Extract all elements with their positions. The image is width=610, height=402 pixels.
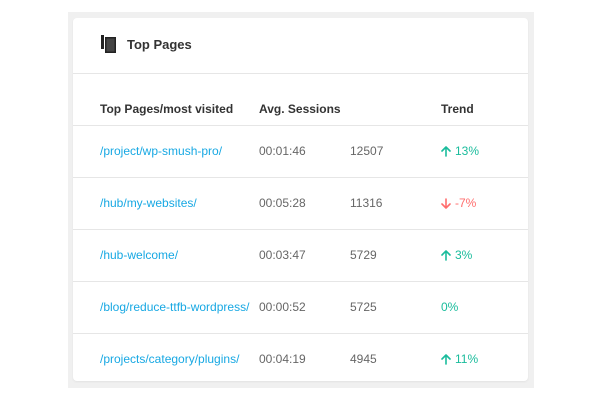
header-sessions: Avg. Sessions [259, 102, 341, 116]
header-page: Top Pages/most visited [100, 102, 234, 116]
avg-session-time: 00:05:28 [259, 196, 306, 210]
page-link[interactable]: /hub-welcome/ [100, 248, 178, 262]
arrow-up-icon [441, 353, 451, 365]
table-row: /blog/reduce-ttfb-wordpress/00:00:52 5725… [73, 282, 528, 334]
page-link[interactable]: /project/wp-smush-pro/ [100, 144, 222, 158]
card-title: Top Pages [127, 37, 192, 52]
session-count: 4945 [350, 352, 377, 366]
table-row: /project/wp-smush-pro/00:01:46 12507 13% [73, 126, 528, 178]
page-link[interactable]: /projects/category/plugins/ [100, 352, 239, 366]
page-link[interactable]: /hub/my-websites/ [100, 196, 197, 210]
card-header: Top Pages [73, 18, 528, 74]
table-header: Top Pages/most visited Avg. Sessions Tre… [73, 74, 528, 126]
trend-value: 13% [441, 144, 479, 158]
avg-session-time: 00:03:47 [259, 248, 306, 262]
table-row: /projects/category/plugins/00:04:19 4945 1… [73, 334, 528, 385]
trend-value: -7% [441, 196, 476, 210]
trend-label: 11% [455, 352, 479, 366]
avg-session-time: 00:00:52 [259, 300, 306, 314]
session-count: 5729 [350, 248, 377, 262]
trend-value: 3% [441, 248, 472, 262]
trend-value: 0% [441, 300, 458, 314]
table-row: /hub/my-websites/00:05:28 11316 -7% [73, 178, 528, 230]
arrow-up-icon [441, 249, 451, 261]
trend-label: 3% [455, 248, 473, 262]
trend-label: 0% [441, 300, 459, 314]
session-count: 11316 [350, 196, 383, 210]
table-row: /hub-welcome/00:03:47 5729 3% [73, 230, 528, 282]
session-count: 12507 [350, 144, 384, 158]
arrow-down-icon [441, 197, 451, 209]
document-stack-icon [101, 35, 116, 53]
top-pages-card: Top Pages Top Pages/most visited Avg. Se… [73, 18, 528, 381]
trend-label: -7% [455, 196, 477, 210]
session-count: 5725 [350, 300, 377, 314]
trend-label: 13% [455, 144, 480, 158]
trend-value: 11% [441, 352, 478, 366]
page-link[interactable]: /blog/reduce-ttfb-wordpress/ [100, 300, 249, 314]
avg-session-time: 00:01:46 [259, 144, 306, 158]
avg-session-time: 00:04:19 [259, 352, 306, 366]
arrow-up-icon [441, 145, 451, 157]
header-trend: Trend [441, 102, 474, 116]
